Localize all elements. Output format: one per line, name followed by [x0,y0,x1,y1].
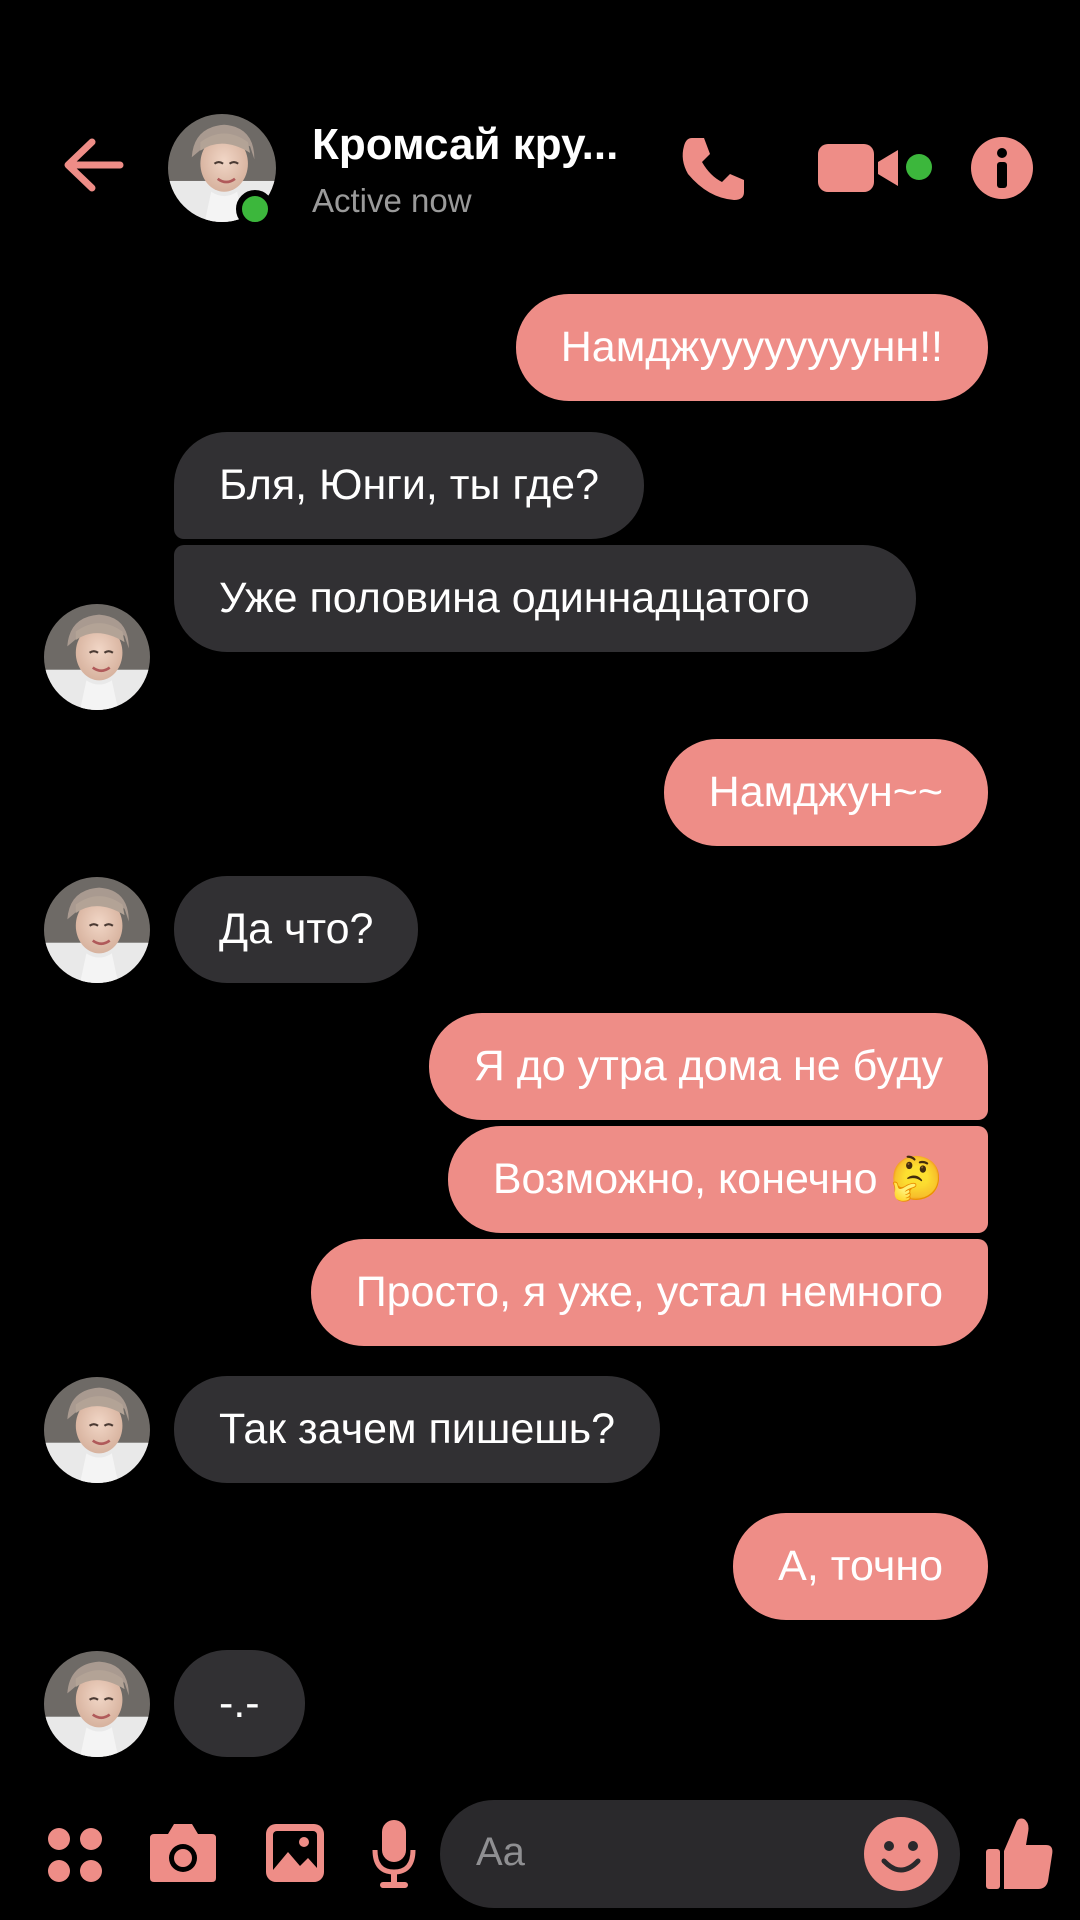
message-sent[interactable]: Возможно, конечно 🤔 [447,1126,988,1233]
back-arrow-icon[interactable] [58,130,128,200]
microphone-icon[interactable] [372,1820,416,1890]
contact-avatar-small [44,604,150,710]
message-sent[interactable]: Просто, я уже, устал немного [310,1239,988,1346]
phone-icon[interactable] [678,132,750,204]
online-status-dot [236,190,274,228]
apps-icon[interactable] [46,1826,104,1884]
contact-avatar-small [44,1377,150,1483]
message-received[interactable]: Уже половина одиннадцатого [174,545,916,652]
smiley-icon[interactable] [862,1815,940,1893]
message-sent[interactable]: Я до утра дома не буду [428,1013,988,1120]
thumbs-up-icon[interactable] [984,1815,1056,1893]
active-status: Active now [312,182,472,219]
message-received[interactable]: Да что? [174,876,419,983]
message-sent[interactable]: Намджун~~ [663,739,988,846]
camera-icon[interactable] [148,1822,218,1884]
message-received[interactable]: -.- [174,1650,305,1757]
contact-name[interactable]: Кромсай кру... [312,120,618,170]
message-sent[interactable]: Намджуууууууунн!! [515,294,988,401]
contact-avatar-small [44,877,150,983]
message-received[interactable]: Так зачем пишешь? [174,1376,661,1483]
gallery-icon[interactable] [264,1822,326,1884]
video-available-dot [906,154,932,180]
info-icon[interactable] [970,136,1034,200]
video-camera-icon[interactable] [818,142,902,194]
message-sent[interactable]: А, точно [733,1513,988,1620]
contact-avatar-small [44,1651,150,1757]
message-input-placeholder: Aa [476,1830,525,1874]
message-received[interactable]: Бля, Юнги, ты где? [174,432,645,539]
